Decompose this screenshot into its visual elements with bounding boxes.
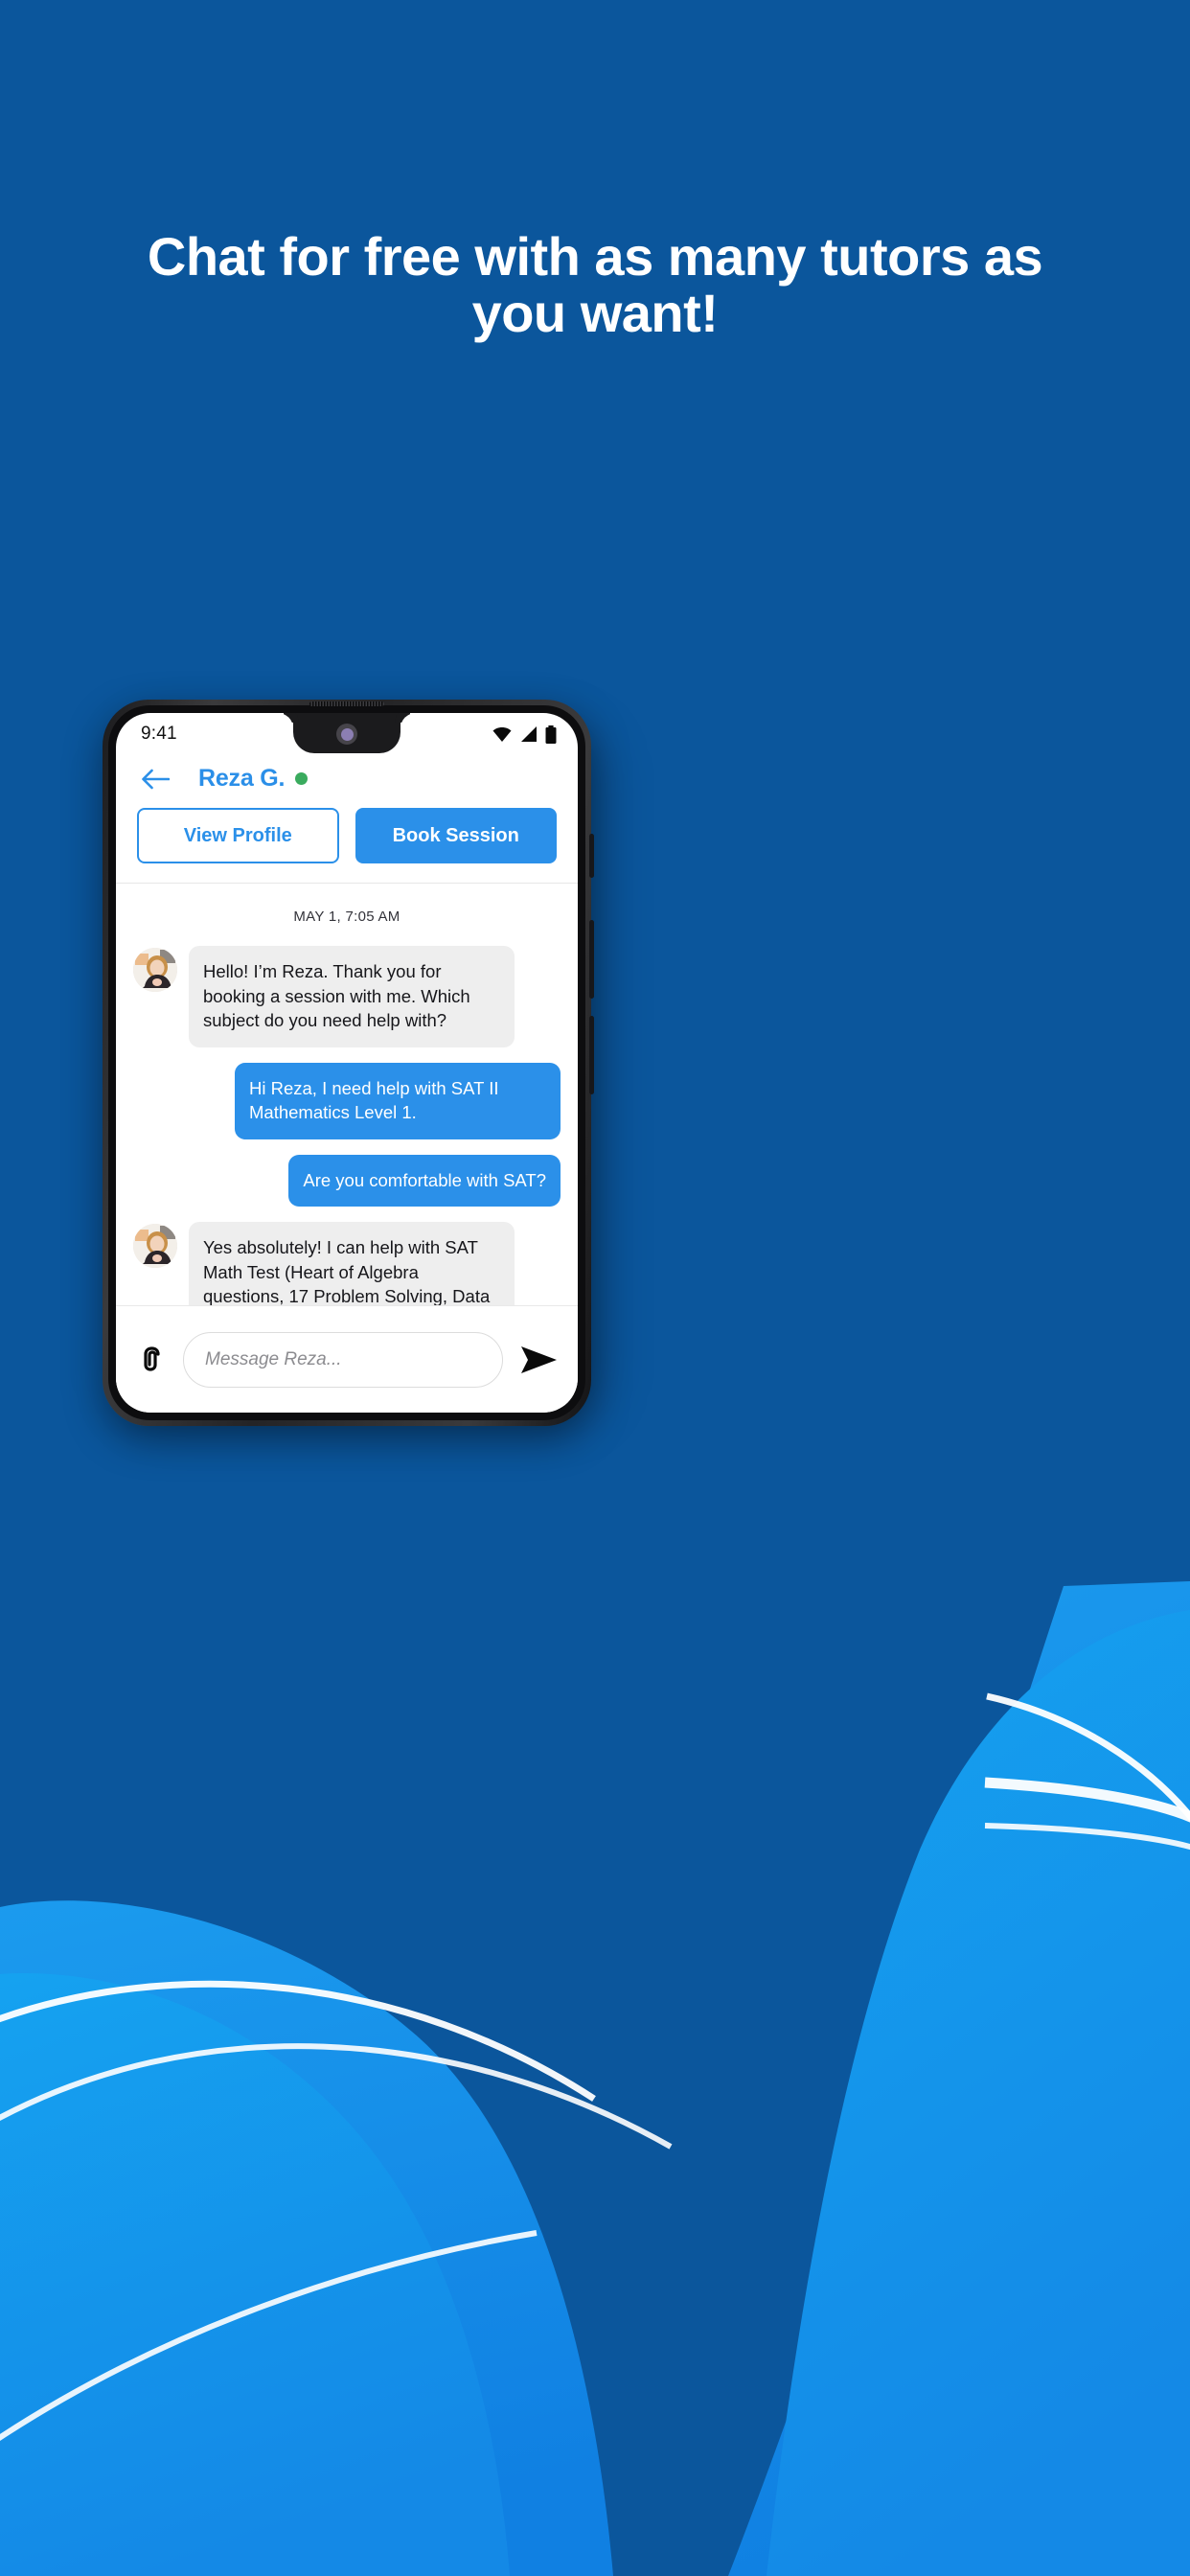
- status-time: 9:41: [141, 724, 177, 744]
- tutor-action-row: View Profile Book Session: [116, 796, 578, 884]
- page-title: Chat for free with as many tutors as you…: [147, 226, 1043, 344]
- phone-button-power[interactable]: [589, 1016, 594, 1094]
- phone-button-volume-up[interactable]: [589, 920, 594, 999]
- notch: [293, 713, 400, 753]
- tutor-avatar[interactable]: [133, 948, 177, 992]
- chat-message-outgoing: Hi Reza, I need help with SAT II Mathema…: [133, 1062, 561, 1139]
- phone-button-mute[interactable]: [589, 834, 594, 878]
- book-session-button[interactable]: Book Session: [355, 808, 557, 863]
- day-timestamp: MAY 1, 7:05 AM: [293, 908, 400, 925]
- send-arrow-icon[interactable]: [518, 1344, 559, 1376]
- message-composer: [116, 1305, 578, 1413]
- back-arrow-icon[interactable]: [141, 769, 170, 790]
- chat-message-outgoing: Are you comfortable with SAT?: [133, 1154, 561, 1208]
- phone-screen: 9:41 Reza G. View Profile Book Session M…: [116, 713, 578, 1413]
- message-bubble: Hello! I’m Reza. Thank you for booking a…: [189, 946, 515, 1047]
- front-camera-icon: [336, 724, 357, 745]
- tutor-avatar[interactable]: [133, 1224, 177, 1269]
- chat-header: Reza G.: [116, 755, 578, 796]
- tutor-name[interactable]: Reza G.: [198, 765, 286, 793]
- battery-icon: [545, 724, 557, 744]
- wifi-icon: [492, 727, 512, 742]
- message-input[interactable]: [183, 1331, 503, 1388]
- paperclip-icon[interactable]: [135, 1344, 168, 1376]
- phone-frame: 9:41 Reza G. View Profile Book Session M…: [103, 700, 594, 1426]
- view-profile-button[interactable]: View Profile: [137, 808, 339, 863]
- screenshot-root: Chat for free with as many tutors as you…: [0, 0, 1190, 2576]
- chat-message-incoming: Hello! I’m Reza. Thank you for booking a…: [133, 946, 561, 1047]
- message-bubble: Are you comfortable with SAT?: [288, 1154, 561, 1208]
- status-icon-group: [492, 724, 557, 744]
- message-bubble: Hi Reza, I need help with SAT II Mathema…: [235, 1062, 561, 1139]
- earpiece-speaker: [309, 702, 384, 706]
- online-status-dot: [295, 772, 309, 785]
- cellular-signal-icon: [521, 726, 537, 742]
